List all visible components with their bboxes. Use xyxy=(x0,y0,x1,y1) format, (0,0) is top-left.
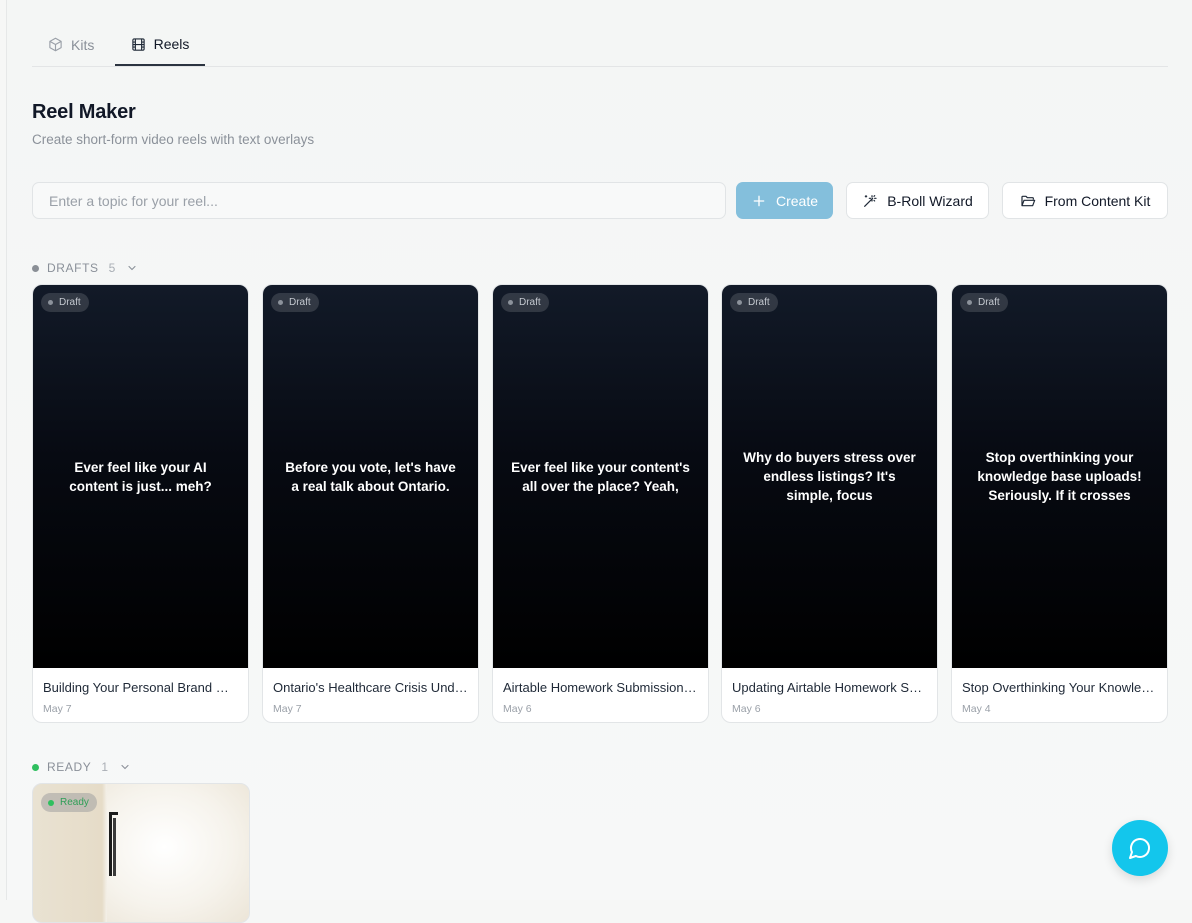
page-title: Reel Maker xyxy=(32,101,136,123)
reel-card[interactable]: Draft Ever feel like your content's all … xyxy=(492,284,709,723)
plus-icon xyxy=(751,193,767,209)
overlay-text: Why do buyers stress over endless listin… xyxy=(743,450,916,503)
overlay-text: Ever feel like your content's all over t… xyxy=(511,459,690,494)
box-icon xyxy=(48,37,63,52)
from-content-kit-label: From Content Kit xyxy=(1044,192,1151,209)
reel-card[interactable]: Draft Stop overthinking your knowledge b… xyxy=(951,284,1168,723)
chat-bubble-icon xyxy=(1128,836,1152,860)
create-button-label: Create xyxy=(775,192,819,209)
magic-wand-icon xyxy=(862,193,878,209)
page-subtitle: Create short-form video reels with text … xyxy=(32,132,315,147)
ready-section-label: READY xyxy=(47,760,92,774)
topic-input[interactable] xyxy=(32,182,726,219)
reel-date: May 6 xyxy=(503,703,532,715)
create-button[interactable]: Create xyxy=(736,182,833,219)
reel-card[interactable]: Draft Before you vote, let's have a real… xyxy=(262,284,479,723)
reel-title: Stop Overthinking Your Knowledge Base xyxy=(962,680,1157,695)
drafts-section-toggle[interactable]: DRAFTS 5 xyxy=(32,261,138,275)
tab-reels-label: Reels xyxy=(153,36,190,52)
tab-reels[interactable]: Reels xyxy=(115,24,205,66)
chat-button[interactable] xyxy=(1112,820,1168,876)
reel-date: May 6 xyxy=(732,703,761,715)
overlay-text: Stop overthinking your knowledge base up… xyxy=(977,450,1142,503)
folder-open-icon xyxy=(1020,193,1036,209)
reel-card-ready[interactable]: Ready xyxy=(32,783,250,923)
broll-wizard-label: B-Roll Wizard xyxy=(887,192,973,209)
ready-status-dot xyxy=(32,763,39,771)
status-badge: Ready xyxy=(41,793,97,812)
tab-kits-label: Kits xyxy=(71,36,95,53)
chevron-down-icon xyxy=(124,262,138,274)
chevron-down-icon xyxy=(117,761,131,773)
reel-card[interactable]: Draft Ever feel like your AI content is … xyxy=(32,284,249,723)
reel-title: Building Your Personal Brand with AI Con… xyxy=(43,680,238,695)
reel-title: Updating Airtable Homework Submissions xyxy=(732,680,927,695)
ready-section-toggle[interactable]: READY 1 xyxy=(32,760,131,774)
reel-thumbnail xyxy=(107,784,249,922)
tab-bar: Kits Reels xyxy=(32,24,1168,67)
reel-date: May 4 xyxy=(962,703,991,715)
drafts-status-dot xyxy=(32,264,39,272)
reel-date: May 7 xyxy=(43,703,72,715)
reel-date: May 7 xyxy=(273,703,302,715)
drafts-count: 5 xyxy=(108,261,116,275)
reel-title: Airtable Homework Submission Workflow xyxy=(503,680,698,695)
from-content-kit-button[interactable]: From Content Kit xyxy=(1002,182,1168,219)
film-icon xyxy=(131,37,146,52)
reel-title: Ontario's Healthcare Crisis Under Review xyxy=(273,680,468,695)
overlay-text: Ever feel like your AI content is just..… xyxy=(69,459,212,494)
broll-wizard-button[interactable]: B-Roll Wizard xyxy=(846,182,989,219)
drafts-section-label: DRAFTS xyxy=(47,261,99,275)
tab-kits[interactable]: Kits xyxy=(48,24,94,65)
overlay-text: Before you vote, let's have a real talk … xyxy=(285,459,456,494)
ready-count: 1 xyxy=(101,760,109,774)
reel-card[interactable]: Draft Why do buyers stress over endless … xyxy=(721,284,938,723)
